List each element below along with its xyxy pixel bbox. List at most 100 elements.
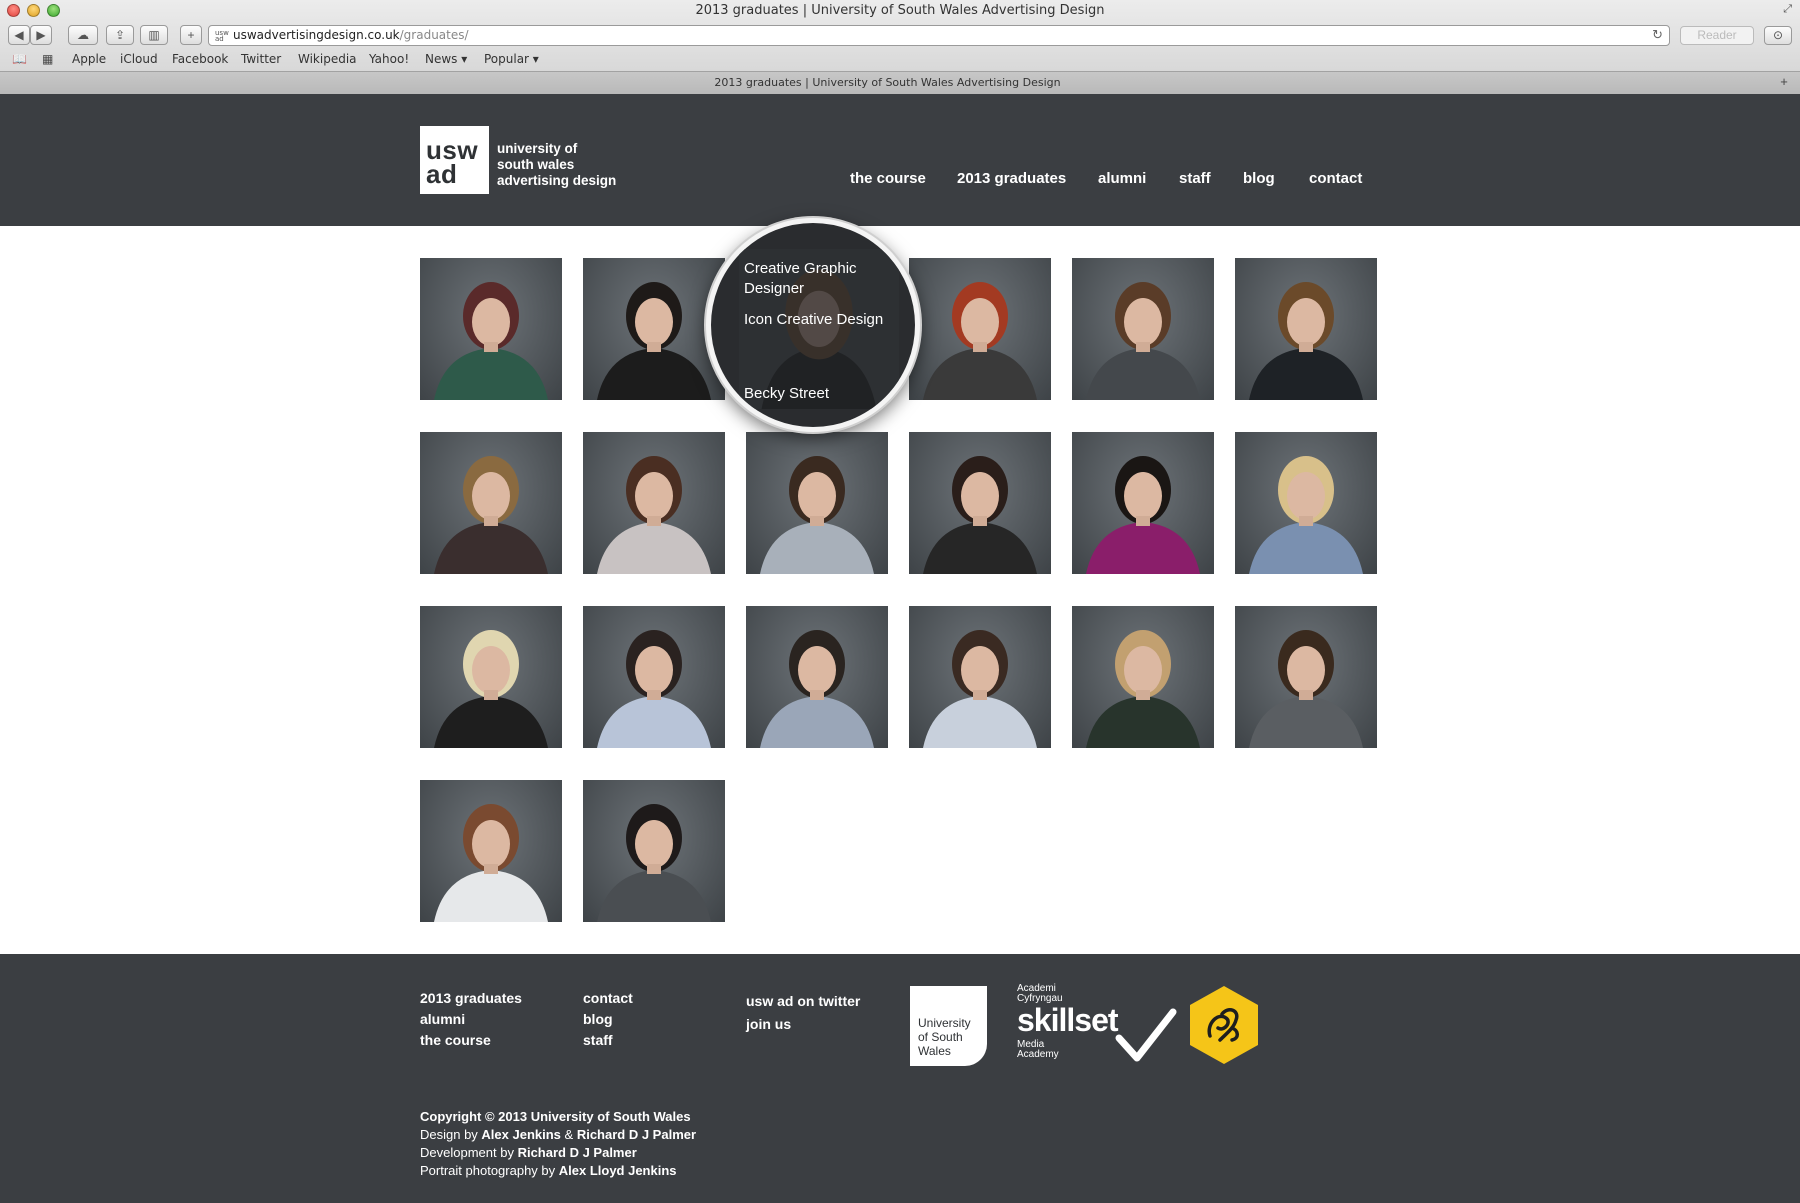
graduate-tile[interactable] (420, 780, 562, 922)
address-bar[interactable]: usw ad uswadvertisingdesign.co.uk/graduat… (208, 25, 1670, 46)
graduate-photo (1249, 282, 1363, 400)
tab-bar: 2013 graduates | University of South Wal… (0, 71, 1800, 94)
graduate-tile[interactable] (1072, 258, 1214, 400)
sidebar-icon[interactable]: ▥ (140, 25, 168, 45)
forward-icon[interactable]: ▶ (30, 25, 52, 45)
hover-magnifier: Creative Graphic Designer Icon Creative … (706, 218, 920, 432)
bookmark-twitter[interactable]: Twitter (241, 52, 281, 66)
icloud-tabs-icon[interactable]: ☁ (68, 25, 98, 45)
nav-2013-graduates[interactable]: 2013 graduates (957, 170, 1066, 187)
legal-credits: Copyright © 2013 University of South Wal… (420, 1108, 696, 1180)
graduate-tile[interactable] (909, 432, 1051, 574)
graduate-photo (597, 804, 711, 922)
design-amp: & (560, 1127, 577, 1142)
logo-text-1: university of (497, 141, 578, 156)
title-bar: 2013 graduates | University of South Wal… (0, 0, 1800, 22)
skillset-bottom-2: Academy (1017, 1049, 1059, 1060)
graduate-photo (923, 282, 1037, 400)
footer-link-join-us[interactable]: join us (746, 1013, 860, 1036)
graduate-tile[interactable] (746, 432, 888, 574)
copyright: Copyright © 2013 University of South Wal… (420, 1109, 691, 1124)
footer-link-blog[interactable]: blog (583, 1009, 633, 1030)
graduate-tile[interactable] (1072, 432, 1214, 574)
graduate-tile[interactable] (583, 606, 725, 748)
usw-logo-line-1: University (918, 1016, 971, 1030)
graduate-tile[interactable] (1235, 432, 1377, 574)
top-sites-icon[interactable]: ▦ (42, 52, 53, 66)
graduate-company: Icon Creative Design (744, 311, 884, 328)
site-footer: 2013 graduates alumni the course contact… (0, 954, 1800, 1203)
logo-wordmark[interactable]: university of south wales advertising de… (497, 141, 616, 189)
fullscreen-icon[interactable]: ⤢ (1783, 3, 1792, 16)
nav-staff[interactable]: staff (1179, 170, 1211, 187)
url-path: /graduates/ (399, 28, 469, 42)
footer-link-the-course[interactable]: the course (420, 1030, 522, 1051)
reader-button[interactable]: Reader (1680, 26, 1754, 45)
usw-ad-logo[interactable]: usw ad (420, 126, 489, 194)
downloads-icon[interactable]: ⊙ (1764, 26, 1792, 45)
graduate-photo (1249, 456, 1363, 574)
bookmark-news[interactable]: News ▾ (425, 52, 467, 66)
bookmark-icloud[interactable]: iCloud (120, 52, 158, 66)
graduate-photo (1086, 630, 1200, 748)
photo-prefix: Portrait photography by (420, 1163, 559, 1178)
bookmark-wikipedia[interactable]: Wikipedia (298, 52, 357, 66)
bookmark-facebook[interactable]: Facebook (172, 52, 228, 66)
graduate-tile[interactable] (583, 432, 725, 574)
graduate-tile[interactable] (420, 432, 562, 574)
nav-blog[interactable]: blog (1243, 170, 1275, 187)
footer-link-alumni[interactable]: alumni (420, 1009, 522, 1030)
developer-name: Richard D J Palmer (517, 1145, 637, 1160)
dad-pencil-logo[interactable] (1188, 984, 1260, 1066)
designer-name-2: Richard D J Palmer (576, 1127, 697, 1142)
graduate-photo (597, 456, 711, 574)
graduate-photo (434, 804, 548, 922)
graduate-photo (434, 456, 548, 574)
graduate-tile[interactable] (1072, 606, 1214, 748)
nav-contact[interactable]: contact (1309, 170, 1362, 187)
bookmark-apple[interactable]: Apple (72, 52, 106, 66)
graduate-tile[interactable] (420, 606, 562, 748)
graduate-photo (760, 456, 874, 574)
new-tab-icon[interactable]: + (1774, 74, 1794, 92)
footer-col-3: usw ad on twitter join us (746, 990, 860, 1036)
nav-alumni[interactable]: alumni (1098, 170, 1146, 187)
graduate-tile[interactable] (909, 606, 1051, 748)
reload-icon[interactable]: ↻ (1652, 26, 1663, 45)
footer-link-twitter[interactable]: usw ad on twitter (746, 990, 860, 1013)
usw-logo-line-2: of South (918, 1030, 963, 1044)
graduate-tile[interactable] (1235, 606, 1377, 748)
graduate-photo (1249, 630, 1363, 748)
footer-link-staff[interactable]: staff (583, 1030, 633, 1051)
footer-col-1: 2013 graduates alumni the course (420, 988, 522, 1051)
tab-title[interactable]: 2013 graduates | University of South Wal… (0, 76, 1775, 89)
reading-list-icon[interactable]: 📖 (12, 52, 27, 66)
bookmarks-bar: 📖 ▦ Apple iCloud Facebook Twitter Wikipe… (0, 50, 1800, 70)
graduate-photo (434, 282, 548, 400)
skillset-logo[interactable]: Academi Cyfryngau skillset Media Academy (1017, 984, 1177, 1066)
share-icon[interactable]: ⇪ (106, 25, 134, 45)
graduate-tile[interactable] (1235, 258, 1377, 400)
graduate-tile[interactable] (420, 258, 562, 400)
site-header: usw ad university of south wales adverti… (0, 94, 1800, 226)
graduate-tile[interactable] (746, 606, 888, 748)
graduate-photo (434, 630, 548, 748)
nav-the-course[interactable]: the course (850, 170, 926, 187)
back-icon[interactable]: ◀ (8, 25, 30, 45)
graduate-photo (923, 456, 1037, 574)
graduate-tile[interactable] (583, 780, 725, 922)
university-of-south-wales-logo[interactable]: University of South Wales (910, 986, 987, 1066)
add-bookmark-icon[interactable]: + (180, 25, 202, 45)
window-title: 2013 graduates | University of South Wal… (695, 3, 1105, 18)
footer-link-2013-graduates[interactable]: 2013 graduates (420, 988, 522, 1009)
usw-logo-line-3: Wales (918, 1044, 951, 1058)
logo-line-2: ad (426, 159, 458, 189)
bookmark-yahoo[interactable]: Yahoo! (369, 52, 409, 66)
bookmark-popular[interactable]: Popular ▾ (484, 52, 539, 66)
graduate-tile[interactable] (583, 258, 725, 400)
photographer-name: Alex Lloyd Jenkins (558, 1163, 677, 1178)
graduate-tile[interactable] (909, 258, 1051, 400)
footer-link-contact[interactable]: contact (583, 988, 633, 1009)
skillset-word: skillset (1017, 1002, 1119, 1038)
graduate-photo (1086, 456, 1200, 574)
